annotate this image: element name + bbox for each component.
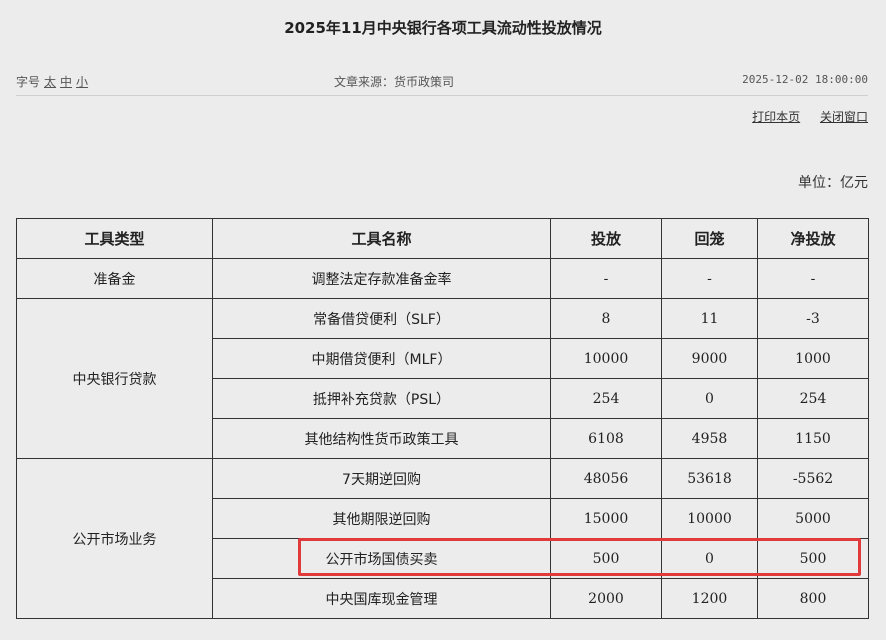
net-cell: -: [757, 258, 869, 299]
tool-name-cell: 抵押补充贷款（PSL）: [212, 378, 551, 419]
header-inject: 投放: [550, 218, 662, 259]
header-tool-type: 工具类型: [16, 218, 213, 259]
header-withdraw: 回笼: [661, 218, 758, 259]
font-size-switcher: 字号太中小: [16, 73, 88, 90]
tool-name-cell: 其他结构性货币政策工具: [212, 418, 551, 459]
net-cell: -3: [757, 298, 869, 339]
inject-cell: 15000: [550, 498, 662, 539]
net-cell: -5562: [757, 458, 869, 499]
page-title: 2025年11月中央银行各项工具流动性投放情况: [284, 19, 602, 37]
tool-name-cell: 调整法定存款准备金率: [212, 258, 551, 299]
font-size-large-link[interactable]: 太: [44, 75, 56, 89]
inject-cell: 254: [550, 378, 662, 419]
inject-cell: 8: [550, 298, 662, 339]
font-size-small-link[interactable]: 小: [76, 75, 88, 89]
tool-name-cell: 7天期逆回购: [212, 458, 551, 499]
header-tool-name: 工具名称: [212, 218, 551, 259]
withdraw-cell: 53618: [661, 458, 758, 499]
font-size-label: 字号: [16, 75, 41, 89]
liquidity-table: 工具类型 工具名称 投放 回笼 净投放 准备金 调整法定存款准备金率 - - -…: [16, 218, 869, 619]
tool-type-cell: 准备金: [16, 258, 213, 299]
withdraw-cell: -: [661, 258, 758, 299]
withdraw-cell: 0: [661, 538, 758, 579]
inject-cell: -: [550, 258, 662, 299]
inject-cell: 6108: [550, 418, 662, 459]
print-page-link[interactable]: 打印本页: [752, 110, 800, 124]
inject-cell: 48056: [550, 458, 662, 499]
table-row: 公开市场业务 7天期逆回购 48056 53618 -5562: [16, 458, 869, 619]
tool-name-cell: 中期借贷便利（MLF）: [212, 338, 551, 379]
unit-label: 单位：亿元: [798, 175, 868, 191]
header-divider: [16, 95, 868, 96]
font-size-medium-link[interactable]: 中: [60, 75, 72, 89]
net-cell: 1000: [757, 338, 869, 379]
net-cell: 800: [757, 578, 869, 619]
tool-name-cell: 其他期限逆回购: [212, 498, 551, 539]
tool-name-cell: 公开市场国债买卖: [212, 538, 551, 579]
tool-type-cell: 公开市场业务: [16, 458, 213, 619]
close-window-link[interactable]: 关闭窗口: [820, 110, 868, 124]
table-row: 准备金 调整法定存款准备金率 - - -: [16, 258, 869, 299]
net-cell: 1150: [757, 418, 869, 459]
page-actions: 打印本页 关闭窗口: [736, 108, 868, 125]
publish-datetime: 2025-12-02 18:00:00: [742, 73, 868, 86]
table-row: 中央银行贷款 常备借贷便利（SLF） 8 11 -3: [16, 298, 869, 459]
net-cell: 500: [757, 538, 869, 579]
tool-name-cell: 中央国库现金管理: [212, 578, 551, 619]
withdraw-cell: 10000: [661, 498, 758, 539]
net-cell: 254: [757, 378, 869, 419]
meta-bar: 字号太中小 文章来源：货币政策司 2025-12-02 18:00:00: [16, 73, 868, 91]
header-net: 净投放: [757, 218, 869, 259]
inject-cell: 500: [550, 538, 662, 579]
tool-name-cell: 常备借贷便利（SLF）: [212, 298, 551, 339]
withdraw-cell: 0: [661, 378, 758, 419]
withdraw-cell: 1200: [661, 578, 758, 619]
inject-cell: 10000: [550, 338, 662, 379]
withdraw-cell: 4958: [661, 418, 758, 459]
net-cell: 5000: [757, 498, 869, 539]
withdraw-cell: 11: [661, 298, 758, 339]
withdraw-cell: 9000: [661, 338, 758, 379]
inject-cell: 2000: [550, 578, 662, 619]
article-source: 文章来源：货币政策司: [334, 75, 455, 89]
table-header-row: 工具类型 工具名称 投放 回笼 净投放: [16, 218, 869, 259]
tool-type-cell: 中央银行贷款: [16, 298, 213, 459]
